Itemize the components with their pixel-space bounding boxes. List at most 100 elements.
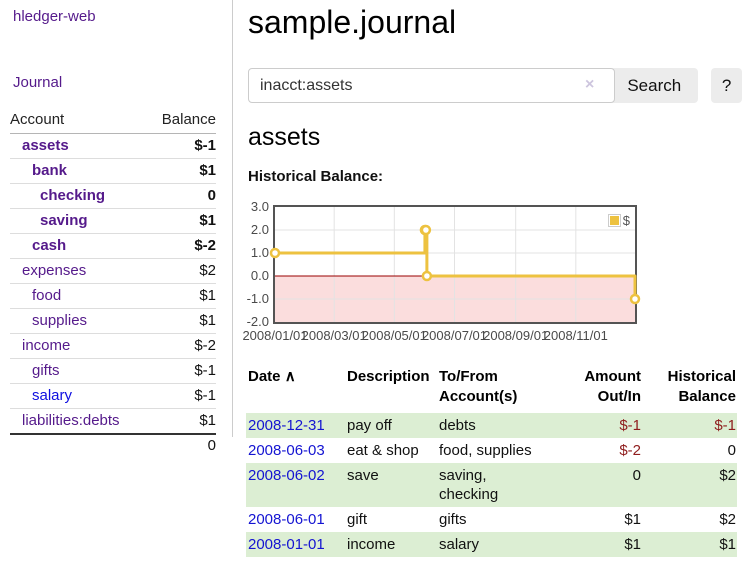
account-balance: $-1 <box>156 359 216 384</box>
page-title: sample.journal <box>248 4 742 40</box>
account-balance: $1 <box>156 159 216 184</box>
y-axis-tick-label: -1.0 <box>241 291 269 306</box>
account-link-gifts[interactable]: gifts <box>32 362 60 379</box>
series-label: $ <box>623 213 630 228</box>
account-balance: 0 <box>156 184 216 209</box>
account-row: expenses $2 <box>10 259 216 284</box>
transaction-amount: $-1 <box>557 413 642 438</box>
accounts-total-row: 0 <box>10 434 216 458</box>
transaction-accounts: salary <box>437 532 557 557</box>
account-row: checking 0 <box>10 184 216 209</box>
transaction-balance: $2 <box>642 463 737 507</box>
register-header-amount: Amount Out/In <box>557 365 642 413</box>
account-balance: $-1 <box>156 134 216 159</box>
transaction-description: pay off <box>345 413 437 438</box>
y-axis-tick-label: 1.0 <box>241 245 269 260</box>
account-link-saving[interactable]: saving <box>40 212 88 229</box>
help-button[interactable]: ? <box>711 68 742 103</box>
x-axis-tick-label: 2008/11/01 <box>540 328 612 343</box>
transaction-date-link[interactable]: 2008-06-02 <box>248 467 325 484</box>
historical-balance-chart: $ 3.02.01.00.0-1.0-2.02008/01/012008/03/… <box>273 205 637 344</box>
transaction-amount: $-2 <box>557 438 642 463</box>
sidebar-item-journal[interactable]: Journal <box>13 74 232 91</box>
accounts-total-balance: 0 <box>156 434 216 458</box>
transaction-amount: $1 <box>557 532 642 557</box>
series-swatch <box>608 214 621 227</box>
account-row: liabilities:debts $1 <box>10 409 216 435</box>
account-balance: $1 <box>156 284 216 309</box>
register-row: 2008-06-02 savesaving,checking0$2 <box>246 463 737 507</box>
account-balance: $1 <box>156 309 216 334</box>
search-form: × Search ? <box>248 68 742 103</box>
register-header-description: Description <box>345 365 437 413</box>
transaction-accounts: gifts <box>437 507 557 532</box>
chart-heading: Historical Balance: <box>248 168 742 186</box>
transaction-description: save <box>345 463 437 507</box>
account-row: food $1 <box>10 284 216 309</box>
account-link-income[interactable]: income <box>22 337 70 354</box>
y-axis-tick-label: -2.0 <box>241 314 269 329</box>
register-table: Date ∧ Description To/From Account(s) Am… <box>246 365 737 557</box>
account-row: income $-2 <box>10 334 216 359</box>
account-row: supplies $1 <box>10 309 216 334</box>
search-button[interactable]: Search <box>610 68 698 103</box>
transaction-description: gift <box>345 507 437 532</box>
account-balance: $-2 <box>156 234 216 259</box>
accounts-header-account: Account <box>10 108 156 134</box>
transaction-date-link[interactable]: 2008-01-01 <box>248 536 325 553</box>
account-page-title: assets <box>248 123 742 151</box>
chart-plot-area: $ <box>273 205 637 324</box>
search-input[interactable] <box>248 68 615 103</box>
transaction-description: income <box>345 532 437 557</box>
accounts-table: Account Balance assets $-1 bank $1 checking 0… <box>10 108 216 458</box>
register-row: 2008-06-01giftgifts$1$2 <box>246 507 737 532</box>
transaction-balance: $-1 <box>642 413 737 438</box>
account-row: cash $-2 <box>10 234 216 259</box>
y-axis-tick-label: 3.0 <box>241 199 269 214</box>
account-row: bank $1 <box>10 159 216 184</box>
transaction-date-link[interactable]: 2008-06-03 <box>248 442 325 459</box>
account-link-food[interactable]: food <box>32 287 61 304</box>
transaction-balance: 0 <box>642 438 737 463</box>
sidebar: hledger-web Journal Account Balance asse… <box>0 0 233 437</box>
account-row: assets $-1 <box>10 134 216 159</box>
register-row: 2008-01-01incomesalary$1$1 <box>246 532 737 557</box>
transaction-accounts: food, supplies <box>437 438 557 463</box>
register-row: 2008-12-31pay offdebts$-1$-1 <box>246 413 737 438</box>
transaction-date-link[interactable]: 2008-12-31 <box>248 417 325 434</box>
account-link-expenses[interactable]: expenses <box>22 262 86 279</box>
account-link-assets[interactable]: assets <box>22 137 69 154</box>
register-header-row: Date ∧ Description To/From Account(s) Am… <box>246 365 737 413</box>
account-link-bank[interactable]: bank <box>32 162 67 179</box>
transaction-accounts: saving,checking <box>437 463 557 507</box>
y-axis-tick-label: 2.0 <box>241 222 269 237</box>
account-balance: $1 <box>156 209 216 234</box>
account-link-checking[interactable]: checking <box>40 187 105 204</box>
transaction-amount: $1 <box>557 507 642 532</box>
account-link-salary[interactable]: salary <box>32 387 72 404</box>
chart-legend: $ <box>606 212 632 229</box>
account-link-liabilities-debts[interactable]: liabilities:debts <box>22 412 120 429</box>
transaction-accounts: debts <box>437 413 557 438</box>
account-row: gifts $-1 <box>10 359 216 384</box>
register-header-balance: Historical Balance <box>642 365 737 413</box>
clear-search-icon[interactable]: × <box>585 76 594 94</box>
account-link-supplies[interactable]: supplies <box>32 312 87 329</box>
transaction-description: eat & shop <box>345 438 437 463</box>
account-balance: $1 <box>156 409 216 435</box>
y-axis-tick-label: 0.0 <box>241 268 269 283</box>
app-title-link[interactable]: hledger-web <box>13 8 232 25</box>
account-balance: $-1 <box>156 384 216 409</box>
account-balance: $2 <box>156 259 216 284</box>
register-header-accounts: To/From Account(s) <box>437 365 557 413</box>
transaction-amount: 0 <box>557 463 642 507</box>
register-header-date[interactable]: Date ∧ <box>246 365 345 413</box>
account-balance: $-2 <box>156 334 216 359</box>
accounts-header-balance: Balance <box>156 108 216 134</box>
account-link-cash[interactable]: cash <box>32 237 66 254</box>
transaction-date-link[interactable]: 2008-06-01 <box>248 511 325 528</box>
account-row: salary $-1 <box>10 384 216 409</box>
main-content: sample.journal × Search ? assets Histori… <box>248 0 742 557</box>
transaction-balance: $1 <box>642 532 737 557</box>
register-row: 2008-06-03 eat & shopfood, supplies$-20 <box>246 438 737 463</box>
